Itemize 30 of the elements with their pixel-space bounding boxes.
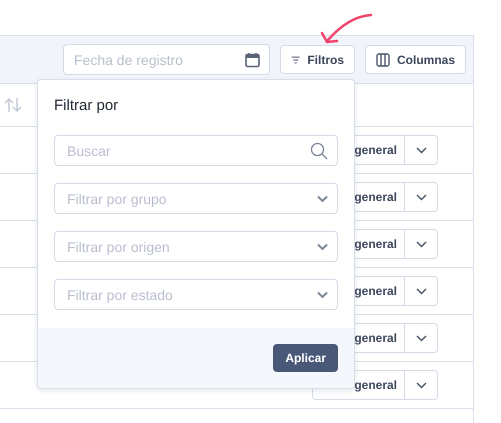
chevron-icon (416, 288, 426, 294)
chevron-icon (317, 195, 328, 202)
chevron-icon (416, 146, 426, 154)
search-field[interactable]: Buscar (54, 135, 338, 166)
calendar-icon (245, 52, 260, 68)
annotation-arrow (318, 12, 374, 46)
dropdown-button[interactable] (405, 370, 438, 400)
sort-icon[interactable] (4, 97, 22, 113)
select-field[interactable]: Filtrar por estado (54, 279, 338, 310)
dropdown-button[interactable] (405, 276, 438, 306)
chevron-icon (317, 291, 328, 298)
date-field[interactable]: Fecha de registro (63, 44, 270, 75)
dropdown-button[interactable] (405, 135, 438, 165)
filter-icon (291, 54, 300, 64)
filters-button[interactable]: Filtros (280, 45, 355, 74)
chevron-icon (317, 243, 328, 250)
chevron-icon (416, 240, 426, 248)
search-icon (310, 142, 328, 160)
columns-button[interactable]: Columnas (365, 45, 466, 74)
popover-title: Filtrar por (54, 97, 120, 114)
chevron-icon (416, 194, 426, 200)
dropdown-button[interactable] (405, 182, 438, 212)
columns-icon (376, 52, 390, 66)
chevron-icon (416, 334, 426, 342)
dropdown-button[interactable] (405, 229, 438, 259)
chevron-icon (416, 382, 426, 388)
dropdown-button[interactable] (405, 323, 438, 353)
select-field[interactable]: Filtrar por origen (54, 231, 338, 262)
apply-button[interactable]: Aplicar (273, 344, 338, 372)
select-field[interactable]: Filtrar por grupo (54, 183, 338, 214)
